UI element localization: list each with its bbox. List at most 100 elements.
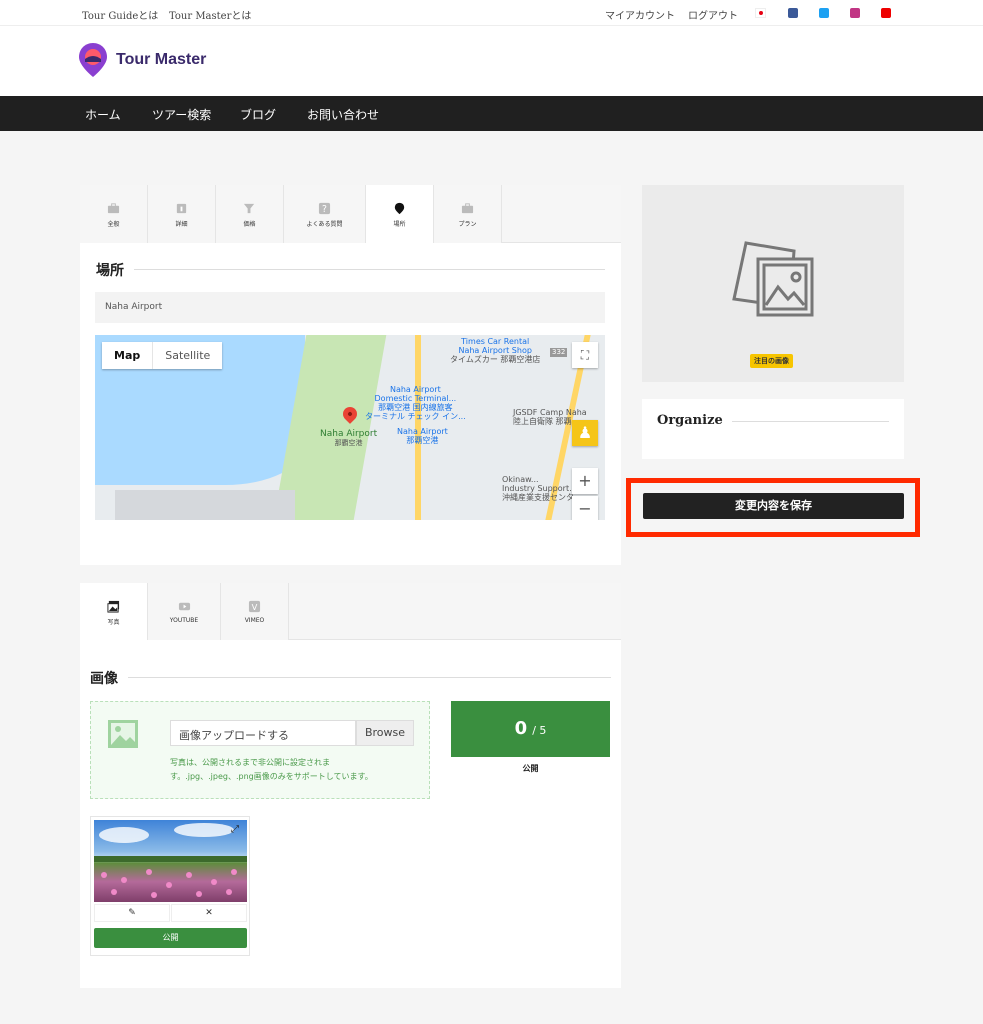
media-panel: 写真 YOUTUBE V VIMEO 画像 画像アップロードする Browse …: [80, 583, 621, 988]
logout-link[interactable]: ログアウト: [688, 7, 738, 22]
instagram-icon[interactable]: [850, 8, 860, 18]
topbar-link-tour-guide[interactable]: Tour Guideとは: [82, 7, 158, 22]
map-label-text: Domestic Terminal...: [374, 394, 457, 403]
upload-note-line: す。.jpg、.jpeg、.png画像のみをサポートしています。: [170, 772, 373, 781]
tab-general[interactable]: 全般: [80, 185, 148, 243]
tab-photos[interactable]: 写真: [80, 583, 148, 640]
pegman-icon[interactable]: ♟: [572, 420, 598, 446]
topbar-link-tour-master[interactable]: Tour Masterとは: [169, 7, 251, 22]
tab-vimeo[interactable]: V VIMEO: [221, 583, 289, 640]
section-divider: [128, 677, 611, 678]
tab-plan-label: プラン: [458, 221, 477, 228]
route-shield: 332: [550, 348, 568, 357]
tab-photos-label: 写真: [107, 619, 120, 626]
top-bar: Tour Guideとは Tour Masterとは マイアカウント ログアウト: [0, 0, 983, 26]
logo-pin-icon[interactable]: [78, 42, 108, 78]
image-count: 0: [514, 718, 528, 739]
zoom-out-button[interactable]: −: [572, 496, 598, 520]
map-label-text: JGSDF Camp Naha: [513, 408, 587, 417]
map-label-times-car[interactable]: Times Car Rental Naha Airport Shop タイムズカー …: [450, 337, 540, 364]
image-counter-label: 公開: [522, 764, 539, 773]
map-label-text: Okinaw...: [502, 475, 539, 484]
upload-dropzone[interactable]: 画像アップロードする Browse 写真は、公開されるまで非公開に設定されます。…: [90, 701, 430, 799]
tab-general-label: 全般: [107, 221, 120, 228]
briefcase-icon: [461, 203, 474, 214]
zoom-in-button[interactable]: +: [572, 468, 598, 494]
map-label-text: 那覇空港 国内線旅客: [378, 403, 453, 412]
tour-edit-panel: 全般 詳細 価格 ? よくある質問 場所 プラン 場所 Naha Airport…: [80, 185, 621, 565]
map-pin-icon: [394, 202, 405, 215]
tab-price-label: 価格: [243, 221, 256, 228]
svg-text:V: V: [252, 602, 258, 612]
tab-youtube[interactable]: YOUTUBE: [148, 583, 221, 640]
edit-image-button[interactable]: ✎: [94, 904, 170, 922]
nav-item-tour-search[interactable]: ツアー検索: [152, 106, 211, 123]
map-type-satellite-button[interactable]: Satellite: [152, 342, 222, 369]
map-label-station[interactable]: Naha Airport 那覇空港: [397, 427, 448, 445]
location-title: 場所: [96, 263, 124, 279]
nav-item-blog[interactable]: ブログ: [240, 106, 276, 123]
upload-note: 写真は、公開されるまで非公開に設定されます。.jpg、.jpeg、.png画像の…: [170, 756, 380, 784]
nav-item-home[interactable]: ホーム: [85, 106, 121, 123]
image-max: / 5: [532, 724, 547, 737]
image-publish-button[interactable]: 公開: [94, 928, 247, 948]
organize-box: Organize: [642, 399, 904, 459]
map-label-text: ターミナル チェック イン...: [365, 412, 466, 421]
tab-location-label: 場所: [393, 221, 406, 228]
map-label-domestic-terminal[interactable]: Naha Airport Domestic Terminal... 那覇空港 国内線…: [365, 385, 466, 421]
map-label-text: 那覇空港: [334, 439, 363, 447]
tab-location[interactable]: 場所: [366, 185, 434, 243]
map-label-pin: Naha Airport 那覇空港: [320, 430, 377, 448]
image-thumbnail[interactable]: ⤢: [94, 820, 247, 902]
featured-image-box[interactable]: 注目の画像: [642, 185, 904, 382]
youtube-social-icon[interactable]: [881, 8, 891, 18]
image-counter: 0 / 5: [451, 701, 610, 757]
tab-faq[interactable]: ? よくある質問: [284, 185, 366, 243]
map-label-text: 陸上自衛隊 那覇...: [513, 417, 580, 426]
tab-youtube-label: YOUTUBE: [169, 617, 199, 624]
upload-note-line: 写真は、公開されるまで非公開に設定されま: [170, 758, 330, 767]
map-label-text: Industry Support...: [502, 484, 577, 493]
close-icon: ✕: [205, 908, 213, 918]
question-icon: ?: [318, 202, 331, 215]
image-placeholder-icon: [108, 720, 138, 748]
map-type-map-button[interactable]: Map: [102, 342, 152, 369]
fullscreen-icon[interactable]: ⛶: [572, 342, 598, 368]
logo-text[interactable]: Tour Master: [116, 51, 206, 69]
google-map[interactable]: Map Satellite Times Car Rental Naha Airpo…: [95, 335, 605, 520]
map-label-text: Naha Airport: [389, 385, 441, 394]
tab-plan[interactable]: プラン: [434, 185, 502, 243]
map-label-okinawa[interactable]: Okinaw... Industry Support... 沖縄産業支援センター: [502, 475, 582, 502]
browse-button[interactable]: Browse: [356, 720, 414, 746]
featured-image-badge: 注目の画像: [750, 354, 793, 368]
location-input[interactable]: Naha Airport: [95, 292, 605, 323]
map-type-toggle: Map Satellite: [102, 342, 223, 369]
thumbnail-photo: [94, 823, 247, 898]
my-account-link[interactable]: マイアカウント: [605, 7, 675, 22]
images-title: 画像: [90, 671, 118, 687]
map-runway: [115, 490, 295, 520]
tab-price[interactable]: 価格: [216, 185, 284, 243]
pencil-icon: ✎: [128, 908, 136, 918]
facebook-icon[interactable]: [788, 8, 798, 18]
map-label-text: タイムズカー 那覇空港店: [450, 355, 541, 364]
map-label-text: 沖縄産業支援センター: [502, 493, 582, 502]
vimeo-icon: V: [248, 600, 261, 612]
map-label-text: Naha Airport: [320, 429, 378, 439]
site-header: Tour Master: [0, 26, 983, 96]
delete-image-button[interactable]: ✕: [171, 904, 247, 922]
twitter-icon[interactable]: [819, 8, 829, 18]
photos-icon: [107, 600, 120, 613]
briefcase-icon: [107, 203, 120, 214]
map-label-text: 那覇空港: [406, 436, 439, 445]
expand-icon[interactable]: ⤢: [231, 825, 241, 835]
organize-title: Organize: [657, 413, 723, 428]
nav-item-contact[interactable]: お問い合わせ: [307, 106, 379, 123]
tab-vimeo-label: VIMEO: [244, 617, 265, 624]
japan-flag-icon[interactable]: [755, 8, 766, 18]
image-upload-input[interactable]: 画像アップロードする: [170, 720, 356, 746]
save-changes-button[interactable]: 変更内容を保存: [643, 493, 904, 519]
featured-image-placeholder-icon: [732, 241, 814, 317]
image-thumbnail-card: ⤢ ✎ ✕ 公開: [90, 816, 250, 956]
tab-details[interactable]: 詳細: [148, 185, 216, 243]
